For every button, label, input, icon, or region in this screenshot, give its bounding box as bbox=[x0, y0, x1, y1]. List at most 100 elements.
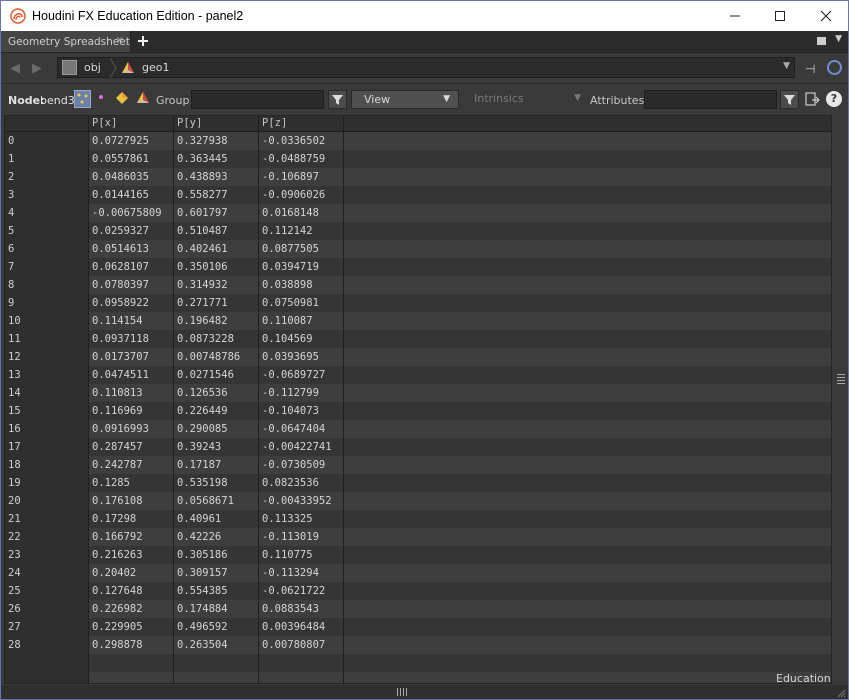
help-button[interactable]: ? bbox=[826, 91, 842, 107]
points-mode-icon[interactable] bbox=[74, 90, 91, 108]
table-row[interactable]: 9 0.0958922 0.271771 0.0750981 bbox=[5, 294, 831, 312]
table-row[interactable]: 7 0.0628107 0.350106 0.0394719 bbox=[5, 258, 831, 276]
pz-cell[interactable]: 0.112142 bbox=[259, 222, 344, 240]
forward-arrow-icon[interactable]: ▶ bbox=[32, 61, 42, 76]
pz-cell[interactable]: -0.0621722 bbox=[259, 582, 344, 600]
px-cell[interactable]: 0.17298 bbox=[89, 510, 174, 528]
row-index-cell[interactable]: 16 bbox=[5, 420, 89, 438]
py-cell[interactable]: 0.40961 bbox=[174, 510, 259, 528]
add-tab-button[interactable] bbox=[137, 32, 153, 50]
pane-resize-handle-icon[interactable] bbox=[396, 688, 408, 696]
table-row[interactable]: 12 0.0173707 0.00748786 0.0393695 bbox=[5, 348, 831, 366]
py-cell[interactable]: 0.226449 bbox=[174, 402, 259, 420]
px-cell[interactable]: 0.226982 bbox=[89, 600, 174, 618]
row-index-cell[interactable]: 27 bbox=[5, 618, 89, 636]
row-index-cell[interactable]: 24 bbox=[5, 564, 89, 582]
px-cell[interactable]: 0.110813 bbox=[89, 384, 174, 402]
table-row[interactable]: 11 0.0937118 0.0873228 0.104569 bbox=[5, 330, 831, 348]
table-row[interactable]: 16 0.0916993 0.290085 -0.0647404 bbox=[5, 420, 831, 438]
px-cell[interactable]: 0.0486035 bbox=[89, 168, 174, 186]
row-index-cell[interactable]: 20 bbox=[5, 492, 89, 510]
table-row[interactable]: 4 -0.00675809 0.601797 0.0168148 bbox=[5, 204, 831, 222]
table-row[interactable]: 20 0.176108 0.0568671 -0.00433952 bbox=[5, 492, 831, 510]
pz-cell[interactable]: 0.0393695 bbox=[259, 348, 344, 366]
row-index-cell[interactable]: 9 bbox=[5, 294, 89, 312]
table-row[interactable]: 18 0.242787 0.17187 -0.0730509 bbox=[5, 456, 831, 474]
table-row[interactable]: 25 0.127648 0.554385 -0.0621722 bbox=[5, 582, 831, 600]
row-index-cell[interactable]: 13 bbox=[5, 366, 89, 384]
row-index-cell[interactable]: 17 bbox=[5, 438, 89, 456]
table-row[interactable]: 21 0.17298 0.40961 0.113325 bbox=[5, 510, 831, 528]
table-row[interactable]: 2 0.0486035 0.438893 -0.106897 bbox=[5, 168, 831, 186]
row-index-cell[interactable]: 6 bbox=[5, 240, 89, 258]
px-cell[interactable]: 0.0173707 bbox=[89, 348, 174, 366]
pz-cell[interactable]: -0.106897 bbox=[259, 168, 344, 186]
view-dropdown[interactable]: View ▼ bbox=[351, 90, 459, 109]
px-cell[interactable]: 0.20402 bbox=[89, 564, 174, 582]
table-row[interactable]: 17 0.287457 0.39243 -0.00422741 bbox=[5, 438, 831, 456]
row-index-cell[interactable]: 15 bbox=[5, 402, 89, 420]
pz-cell[interactable]: 0.0883543 bbox=[259, 600, 344, 618]
row-index-cell[interactable]: 21 bbox=[5, 510, 89, 528]
primitives-mode-icon[interactable] bbox=[115, 90, 132, 108]
column-header-py[interactable]: P[y] bbox=[174, 116, 259, 131]
px-cell[interactable]: 0.298878 bbox=[89, 636, 174, 654]
pin-icon[interactable]: ⊣ bbox=[805, 62, 815, 76]
intrinsics-dropdown[interactable]: Intrinsics ▼ bbox=[463, 90, 585, 109]
px-cell[interactable]: 0.0259327 bbox=[89, 222, 174, 240]
table-row[interactable]: 24 0.20402 0.309157 -0.113294 bbox=[5, 564, 831, 582]
px-cell[interactable]: 0.242787 bbox=[89, 456, 174, 474]
py-cell[interactable]: 0.290085 bbox=[174, 420, 259, 438]
table-row[interactable]: 0 0.0727925 0.327938 -0.0336502 bbox=[5, 132, 831, 150]
px-cell[interactable]: 0.0144165 bbox=[89, 186, 174, 204]
table-row[interactable]: 15 0.116969 0.226449 -0.104073 bbox=[5, 402, 831, 420]
chevron-down-icon[interactable]: ▼ bbox=[835, 34, 842, 44]
pz-cell[interactable]: 0.0877505 bbox=[259, 240, 344, 258]
table-row[interactable]: 10 0.114154 0.196482 0.110087 bbox=[5, 312, 831, 330]
attributes-field[interactable] bbox=[644, 90, 777, 109]
table-row[interactable]: 23 0.216263 0.305186 0.110775 bbox=[5, 546, 831, 564]
py-cell[interactable]: 0.438893 bbox=[174, 168, 259, 186]
row-index-cell[interactable]: 2 bbox=[5, 168, 89, 186]
pz-cell[interactable]: -0.0906026 bbox=[259, 186, 344, 204]
px-cell[interactable]: -0.00675809 bbox=[89, 204, 174, 222]
path-node-label[interactable]: geo1 bbox=[142, 61, 169, 74]
pz-cell[interactable]: -0.113019 bbox=[259, 528, 344, 546]
py-cell[interactable]: 0.39243 bbox=[174, 438, 259, 456]
column-header-pz[interactable]: P[z] bbox=[259, 116, 344, 131]
table-row[interactable]: 14 0.110813 0.126536 -0.112799 bbox=[5, 384, 831, 402]
pz-cell[interactable]: 0.113325 bbox=[259, 510, 344, 528]
vertices-mode-icon[interactable] bbox=[94, 90, 111, 108]
table-row[interactable]: 28 0.298878 0.263504 0.00780807 bbox=[5, 636, 831, 654]
row-index-cell[interactable]: 12 bbox=[5, 348, 89, 366]
path-root-label[interactable]: obj bbox=[84, 61, 101, 74]
py-cell[interactable]: 0.305186 bbox=[174, 546, 259, 564]
px-cell[interactable]: 0.0916993 bbox=[89, 420, 174, 438]
pz-cell[interactable]: 0.0394719 bbox=[259, 258, 344, 276]
pz-cell[interactable]: -0.0689727 bbox=[259, 366, 344, 384]
py-cell[interactable]: 0.558277 bbox=[174, 186, 259, 204]
row-index-cell[interactable]: 14 bbox=[5, 384, 89, 402]
row-index-cell[interactable]: 3 bbox=[5, 186, 89, 204]
row-index-cell[interactable]: 10 bbox=[5, 312, 89, 330]
pz-cell[interactable]: -0.104073 bbox=[259, 402, 344, 420]
network-path[interactable]: obj geo1 ▼ bbox=[57, 57, 795, 78]
px-cell[interactable]: 0.0474511 bbox=[89, 366, 174, 384]
py-cell[interactable]: 0.174884 bbox=[174, 600, 259, 618]
py-cell[interactable]: 0.496592 bbox=[174, 618, 259, 636]
table-row[interactable]: 5 0.0259327 0.510487 0.112142 bbox=[5, 222, 831, 240]
pz-cell[interactable]: -0.00422741 bbox=[259, 438, 344, 456]
window-resize-grip-icon[interactable] bbox=[836, 688, 846, 698]
py-cell[interactable]: 0.0271546 bbox=[174, 366, 259, 384]
export-button[interactable] bbox=[805, 91, 820, 108]
detail-mode-icon[interactable] bbox=[135, 90, 152, 108]
px-cell[interactable]: 0.0514613 bbox=[89, 240, 174, 258]
px-cell[interactable]: 0.0958922 bbox=[89, 294, 174, 312]
px-cell[interactable]: 0.287457 bbox=[89, 438, 174, 456]
table-row[interactable]: 8 0.0780397 0.314932 0.038898 bbox=[5, 276, 831, 294]
py-cell[interactable]: 0.0568671 bbox=[174, 492, 259, 510]
pz-cell[interactable]: 0.0750981 bbox=[259, 294, 344, 312]
chevron-down-icon[interactable]: ▼ bbox=[783, 61, 790, 71]
row-index-cell[interactable]: 11 bbox=[5, 330, 89, 348]
py-cell[interactable]: 0.196482 bbox=[174, 312, 259, 330]
